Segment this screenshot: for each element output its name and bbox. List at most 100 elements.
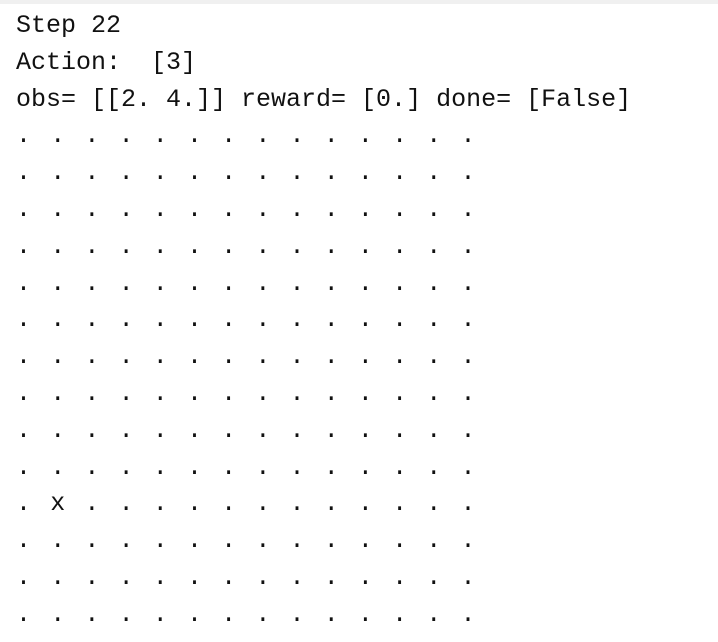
grid-cell: . [357, 452, 373, 482]
grid-cell: . [289, 489, 305, 519]
grid-cell: . [255, 342, 271, 372]
grid-cell: . [357, 342, 373, 372]
grid-cell: . [323, 562, 339, 592]
grid-cell: . [84, 158, 100, 188]
grid-cell: . [50, 121, 66, 151]
grid-cell: . [186, 562, 202, 592]
step-line: Step 22 [16, 11, 122, 40]
grid-cell: . [152, 231, 168, 261]
grid-cell: . [118, 121, 134, 151]
grid-cell: . [152, 342, 168, 372]
grid-cell: . [186, 599, 202, 629]
grid-cell: . [255, 121, 271, 151]
grid-row: .............. [16, 450, 716, 487]
grid-cell: . [84, 194, 100, 224]
grid-cell: . [255, 158, 271, 188]
grid-cell: . [460, 599, 476, 629]
grid-cell: . [392, 121, 408, 151]
grid-cell: . [289, 194, 305, 224]
grid-cell: . [289, 121, 305, 151]
grid-cell: . [50, 231, 66, 261]
grid-cell: . [186, 378, 202, 408]
grid-cell: . [221, 342, 237, 372]
grid-cell: . [392, 562, 408, 592]
grid-cell: . [152, 562, 168, 592]
grid-cell: . [118, 526, 134, 556]
grid-cell: . [357, 599, 373, 629]
grid-cell: . [152, 599, 168, 629]
grid-cell: . [118, 158, 134, 188]
grid-cell: . [152, 415, 168, 445]
grid-cell: . [357, 268, 373, 298]
grid-cell: . [323, 599, 339, 629]
grid-cell: . [357, 526, 373, 556]
grid-cell: . [323, 415, 339, 445]
grid-cell: . [221, 194, 237, 224]
grid-world: ........................................… [16, 118, 716, 633]
grid-cell: . [50, 268, 66, 298]
grid-cell: . [221, 121, 237, 151]
grid-cell: . [289, 231, 305, 261]
grid-cell: . [323, 305, 339, 335]
grid-cell: . [16, 194, 32, 224]
grid-cell: . [152, 526, 168, 556]
grid-cell: . [392, 599, 408, 629]
grid-cell: . [255, 452, 271, 482]
grid-cell: . [186, 194, 202, 224]
grid-cell: . [323, 121, 339, 151]
grid-cell: . [186, 342, 202, 372]
grid-cell: . [84, 415, 100, 445]
grid-cell: . [221, 378, 237, 408]
grid-cell: . [50, 378, 66, 408]
grid-cell: . [357, 231, 373, 261]
grid-cell: . [84, 268, 100, 298]
grid-cell: . [323, 194, 339, 224]
grid-cell: . [460, 415, 476, 445]
grid-cell: . [426, 231, 442, 261]
grid-cell: . [392, 268, 408, 298]
grid-cell: . [84, 231, 100, 261]
grid-cell: . [84, 342, 100, 372]
grid-cell: . [426, 562, 442, 592]
grid-cell: . [152, 194, 168, 224]
grid-cell: . [392, 158, 408, 188]
grid-cell: . [50, 599, 66, 629]
grid-cell: . [289, 452, 305, 482]
grid-cell: . [16, 526, 32, 556]
grid-cell: . [118, 194, 134, 224]
grid-cell: . [84, 562, 100, 592]
grid-row: .............. [16, 229, 716, 266]
grid-cell: . [186, 452, 202, 482]
grid-cell: . [118, 342, 134, 372]
grid-cell: . [357, 562, 373, 592]
grid-cell: . [221, 305, 237, 335]
grid-cell: . [323, 231, 339, 261]
grid-cell: . [186, 415, 202, 445]
grid-cell: . [460, 526, 476, 556]
grid-cell: . [460, 489, 476, 519]
grid-cell: . [16, 231, 32, 261]
grid-cell: . [118, 562, 134, 592]
grid-row: .............. [16, 560, 716, 597]
grid-cell: . [289, 415, 305, 445]
grid-cell: . [255, 378, 271, 408]
grid-cell: . [16, 489, 32, 519]
grid-cell: . [426, 268, 442, 298]
grid-cell: . [186, 489, 202, 519]
grid-cell: . [392, 526, 408, 556]
grid-cell: . [323, 268, 339, 298]
output-top-border [0, 0, 718, 4]
grid-cell: . [152, 305, 168, 335]
grid-cell: . [460, 305, 476, 335]
grid-cell: . [357, 158, 373, 188]
grid-cell: . [50, 305, 66, 335]
grid-cell: . [255, 231, 271, 261]
grid-cell: . [357, 378, 373, 408]
grid-cell: . [221, 562, 237, 592]
grid-cell: . [186, 268, 202, 298]
grid-cell: . [50, 562, 66, 592]
grid-cell: . [221, 231, 237, 261]
grid-cell: . [357, 194, 373, 224]
grid-cell: . [357, 415, 373, 445]
grid-cell: . [16, 268, 32, 298]
